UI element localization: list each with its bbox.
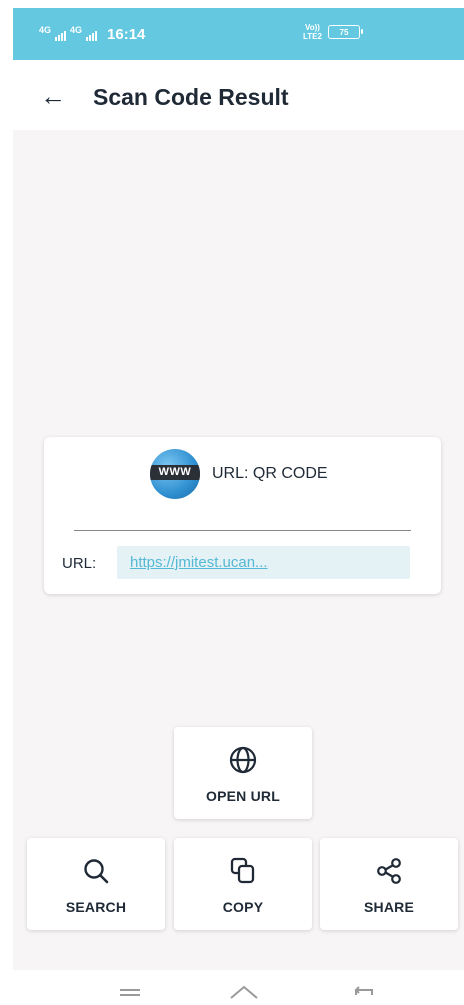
status-left: 4G 4G 16:14 [39,24,146,44]
app-bar: ← Scan Code Result [13,60,464,130]
search-icon [84,859,109,884]
copy-button[interactable]: COPY [174,838,312,930]
navigation-bar [0,970,464,1005]
result-card: WWW URL: QR CODE URL: https://jmitest.uc… [44,437,441,594]
home-icon[interactable] [228,976,260,1000]
card-header: WWW URL: QR CODE [150,449,328,499]
search-label: SEARCH [65,899,127,915]
network-type-2: 4G [70,24,83,35]
volte-icon: Vo)) LTE2 [303,23,322,41]
page-title: Scan Code Result [93,84,289,110]
status-bar: 4G 4G 16:14 Vo)) LTE2 75 [13,8,464,60]
share-label: SHARE [363,899,414,915]
battery-icon: 75 [327,25,363,39]
www-label: WWW [150,465,200,480]
open-url-label: OPEN URL [206,788,280,804]
battery-level: 75 [339,27,349,37]
volte-bottom: LTE2 [303,32,322,41]
card-title: URL: QR CODE [212,465,328,482]
share-icon [377,858,401,884]
globe-icon [229,746,257,774]
back-nav-icon[interactable] [350,976,376,996]
copy-label: COPY [222,899,264,915]
url-field[interactable]: https://jmitest.ucan... [117,546,410,579]
signal-icon [55,29,67,41]
copy-icon [230,857,255,884]
search-button[interactable]: SEARCH [27,838,165,930]
divider [74,530,411,531]
back-arrow-icon[interactable]: ← [40,83,66,109]
network-type-1: 4G [39,24,52,35]
globe-www-icon: WWW [150,449,200,499]
url-link[interactable]: https://jmitest.ucan... [130,554,268,571]
open-url-button[interactable]: OPEN URL [174,727,312,819]
signal-icon [86,29,98,41]
volte-top: Vo)) [305,23,320,32]
status-right: Vo)) LTE2 75 [303,23,363,41]
url-label: URL: [62,555,97,572]
menu-icon[interactable] [117,976,143,996]
clock: 16:14 [107,26,146,43]
share-button[interactable]: SHARE [320,838,458,930]
